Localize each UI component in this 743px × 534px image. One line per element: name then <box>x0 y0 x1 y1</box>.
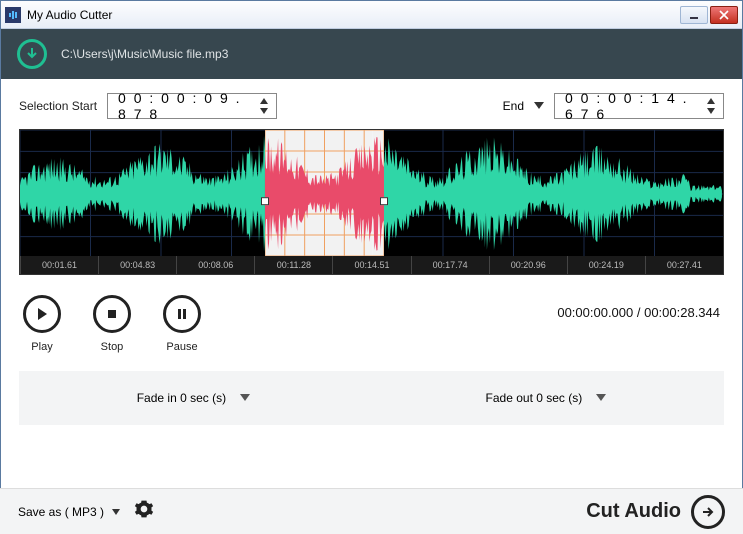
chevron-down-icon <box>240 394 250 402</box>
file-path: C:\Users\j\Music\Music file.mp3 <box>61 47 228 61</box>
selection-end-value: 0 0 : 0 0 : 1 4 . 6 7 6 <box>565 90 697 122</box>
selection-start-input[interactable]: 0 0 : 0 0 : 0 9 . 8 7 8 <box>107 93 277 119</box>
selection-end-input[interactable]: 0 0 : 0 0 : 1 4 . 6 7 6 <box>554 93 724 119</box>
end-label: End <box>503 99 524 113</box>
close-button[interactable] <box>710 6 738 24</box>
play-label: Play <box>23 341 61 353</box>
end-mode-dropdown[interactable]: End <box>503 99 544 113</box>
file-bar: C:\Users\j\Music\Music file.mp3 <box>1 29 742 79</box>
cut-audio-button[interactable]: Cut Audio <box>586 495 725 529</box>
end-stepper[interactable] <box>703 96 719 116</box>
stop-label: Stop <box>93 341 131 353</box>
arrow-right-icon <box>691 495 725 529</box>
chevron-down-icon <box>534 102 544 110</box>
waveform-display[interactable]: 00:01.6100:04.8300:08.0600:11.2800:14.51… <box>19 129 724 275</box>
start-step-down[interactable] <box>256 106 272 116</box>
time-counter: 00:00:00.000 / 00:00:28.344 <box>557 295 720 320</box>
waveform-ruler: 00:01.6100:04.8300:08.0600:11.2800:14.51… <box>20 256 723 274</box>
save-as-dropdown[interactable]: Save as ( MP3 ) <box>18 505 120 519</box>
cut-audio-label: Cut Audio <box>586 500 681 523</box>
ruler-tick: 00:11.28 <box>254 256 332 274</box>
waveform-svg <box>20 130 723 258</box>
ruler-tick: 00:14.51 <box>332 256 410 274</box>
fade-in-dropdown[interactable]: Fade in 0 sec (s) <box>137 391 250 405</box>
ruler-tick: 00:01.61 <box>20 256 98 274</box>
chevron-down-icon <box>112 509 120 515</box>
time-current: 00:00:00.000 <box>557 305 633 320</box>
pause-label: Pause <box>163 341 201 353</box>
selection-row: Selection Start 0 0 : 0 0 : 0 9 . 8 7 8 … <box>1 79 742 129</box>
minimize-button[interactable] <box>680 6 708 24</box>
chevron-down-icon <box>596 394 606 402</box>
window-titlebar: My Audio Cutter <box>1 1 742 29</box>
start-stepper[interactable] <box>256 96 272 116</box>
window-title: My Audio Cutter <box>27 8 678 22</box>
time-total: 00:00:28.344 <box>644 305 720 320</box>
ruler-tick: 00:08.06 <box>176 256 254 274</box>
transport-controls: Play Stop Pause 00:00:00.000 / 00:00:28.… <box>1 275 742 371</box>
bottom-bar: Save as ( MP3 ) Cut Audio <box>0 488 743 534</box>
app-icon <box>5 7 21 23</box>
selection-handle-left[interactable] <box>261 197 269 205</box>
save-as-label: Save as ( MP3 ) <box>18 505 104 519</box>
selection-start-label: Selection Start <box>19 99 97 113</box>
end-step-down[interactable] <box>703 106 719 116</box>
ruler-tick: 00:27.41 <box>645 256 723 274</box>
pause-button[interactable]: Pause <box>163 295 201 353</box>
ruler-tick: 00:24.19 <box>567 256 645 274</box>
fade-row: Fade in 0 sec (s) Fade out 0 sec (s) <box>19 371 724 425</box>
selection-handle-right[interactable] <box>380 197 388 205</box>
fade-out-label: Fade out 0 sec (s) <box>486 391 583 405</box>
load-file-button[interactable] <box>17 39 47 69</box>
start-step-up[interactable] <box>256 96 272 106</box>
ruler-tick: 00:04.83 <box>98 256 176 274</box>
fade-in-label: Fade in 0 sec (s) <box>137 391 226 405</box>
ruler-tick: 00:20.96 <box>489 256 567 274</box>
ruler-tick: 00:17.74 <box>411 256 489 274</box>
play-button[interactable]: Play <box>23 295 61 353</box>
selection-start-value: 0 0 : 0 0 : 0 9 . 8 7 8 <box>118 90 250 122</box>
stop-button[interactable]: Stop <box>93 295 131 353</box>
settings-button[interactable] <box>134 499 154 524</box>
fade-out-dropdown[interactable]: Fade out 0 sec (s) <box>486 391 607 405</box>
gear-icon <box>134 499 154 519</box>
end-step-up[interactable] <box>703 96 719 106</box>
